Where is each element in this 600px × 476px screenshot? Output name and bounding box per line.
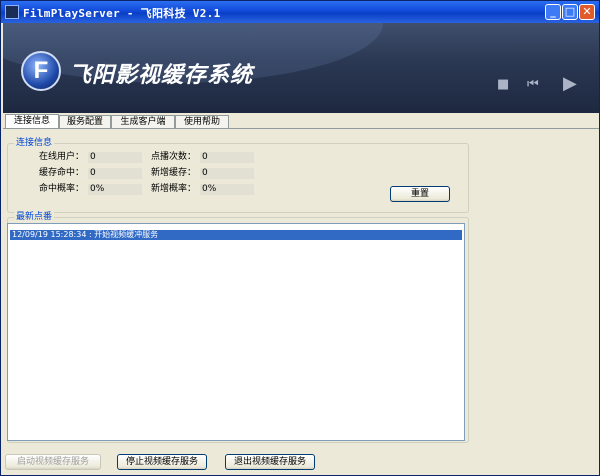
- reset-button[interactable]: 重置: [390, 186, 450, 202]
- app-window: FilmPlayServer - 飞阳科技 V2.1 _ □ ✕ F 飞阳影视缓…: [0, 0, 600, 476]
- stop-service-button[interactable]: 停止视频缓存服务: [117, 454, 207, 470]
- hit-rate-label: 命中概率：: [38, 184, 84, 194]
- play-icon[interactable]: ▶: [563, 73, 577, 94]
- banner: F 飞阳影视缓存系统 ■ ⏮ ▶: [3, 23, 599, 113]
- play-count-value: 0: [200, 152, 254, 163]
- tab-service-config[interactable]: 服务配置: [59, 115, 111, 128]
- maximize-icon[interactable]: □: [562, 4, 578, 20]
- title-bar[interactable]: FilmPlayServer - 飞阳科技 V2.1 _ □ ✕: [1, 1, 599, 23]
- new-rate-label: 新增概率：: [150, 184, 196, 194]
- logo: F: [21, 51, 61, 91]
- tab-help[interactable]: 使用帮助: [175, 115, 229, 128]
- log-list[interactable]: 12/09/19 15:28:34 : 开始视频缓冲服务: [7, 223, 465, 441]
- tab-bar: 连接信息 服务配置 生成客户端 使用帮助: [3, 114, 599, 129]
- log-entry[interactable]: 12/09/19 15:28:34 : 开始视频缓冲服务: [10, 230, 462, 240]
- online-users-label: 在线用户：: [38, 152, 84, 162]
- app-icon: [5, 5, 19, 19]
- close-icon[interactable]: ✕: [579, 4, 595, 20]
- brand-title: 飞阳影视缓存系统: [69, 63, 254, 88]
- exit-service-button[interactable]: 退出视频缓存服务: [225, 454, 315, 470]
- connection-group-title: 连接信息: [14, 138, 55, 149]
- new-rate-value: 0%: [200, 184, 254, 195]
- new-cache-value: 0: [200, 168, 254, 179]
- play-count-label: 点播次数：: [150, 152, 196, 162]
- cache-hits-label: 缓存命中：: [38, 168, 84, 178]
- connection-group: 连接信息 在线用户： 0 点播次数： 0 缓存命中： 0 新增缓存： 0 命中概…: [7, 138, 469, 213]
- tab-connection[interactable]: 连接信息: [5, 114, 59, 129]
- start-service-button[interactable]: 启动视频缓存服务: [5, 454, 101, 470]
- latest-group-title: 最新点番: [14, 212, 55, 223]
- tab-generate-client[interactable]: 生成客户端: [111, 115, 175, 128]
- new-cache-label: 新增缓存：: [150, 168, 196, 178]
- stop-icon[interactable]: ■: [497, 77, 509, 92]
- prev-icon[interactable]: ⏮: [527, 77, 539, 92]
- window-title: FilmPlayServer - 飞阳科技 V2.1: [23, 7, 221, 20]
- minimize-icon[interactable]: _: [545, 4, 561, 20]
- tab-panel: 连接信息 在线用户： 0 点播次数： 0 缓存命中： 0 新增缓存： 0 命中概…: [3, 128, 599, 452]
